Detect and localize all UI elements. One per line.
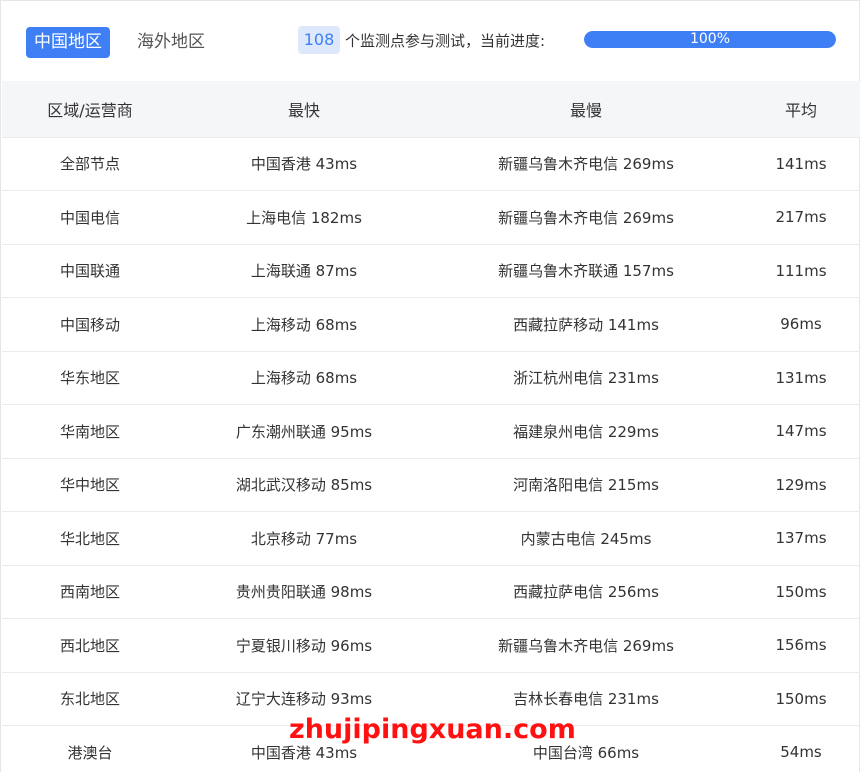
cell-fastest: 湖北武汉移动 85ms — [178, 458, 430, 512]
node-count-badge: 108 — [298, 26, 340, 54]
cell-slowest: 新疆乌鲁木齐电信 269ms — [430, 190, 742, 245]
top-bar: 中国地区 海外地区 108 个监测点参与测试，当前进度: 100% — [1, 1, 860, 81]
cell-slowest: 西藏拉萨移动 141ms — [430, 297, 742, 352]
cell-average: 150ms — [742, 565, 860, 619]
cell-slowest: 河南洛阳电信 215ms — [430, 458, 742, 512]
cell-average: 150ms — [742, 672, 860, 726]
cell-fastest: 中国香港 43ms — [178, 137, 430, 191]
table-row: 西北地区 宁夏银川移动 96ms 新疆乌鲁木齐电信 269ms 156ms — [2, 618, 860, 673]
table-row: 华南地区 广东潮州联通 95ms 福建泉州电信 229ms 147ms — [2, 404, 860, 459]
table-row: 华东地区 上海移动 68ms 浙江杭州电信 231ms 131ms — [2, 351, 860, 405]
table-row: 中国联通 上海联通 87ms 新疆乌鲁木齐联通 157ms 111ms — [2, 244, 860, 298]
results-table: 区域/运营商 最快 最慢 平均 全部节点 中国香港 43ms 新疆乌鲁木齐电信 26… — [2, 81, 860, 772]
cell-average: 147ms — [742, 404, 860, 459]
cell-average: 217ms — [742, 190, 860, 245]
cell-average: 131ms — [742, 351, 860, 405]
cell-slowest: 新疆乌鲁木齐电信 269ms — [430, 137, 742, 191]
cell-slowest: 内蒙古电信 245ms — [430, 511, 742, 566]
site-watermark: zhujipingxuan.com — [289, 714, 576, 745]
progress-status-text: 个监测点参与测试，当前进度: — [345, 32, 546, 50]
table-row: 华北地区 北京移动 77ms 内蒙古电信 245ms 137ms — [2, 511, 860, 566]
cell-average: 111ms — [742, 244, 860, 298]
progress-bar: 100% — [584, 31, 836, 48]
results-table-header: 区域/运营商 最快 最慢 平均 — [2, 81, 860, 138]
header-row: 区域/运营商 最快 最慢 平均 — [2, 81, 860, 138]
results-table-body: 全部节点 中国香港 43ms 新疆乌鲁木齐电信 269ms 141ms 中国电信 上海电信… — [2, 137, 860, 772]
cell-fastest: 贵州贵阳联通 98ms — [178, 565, 430, 619]
cell-average: 137ms — [742, 511, 860, 566]
cell-slowest: 新疆乌鲁木齐电信 269ms — [430, 618, 742, 673]
cell-fastest: 上海电信 182ms — [178, 190, 430, 245]
cell-region: 华东地区 — [2, 351, 178, 405]
cell-slowest: 西藏拉萨电信 256ms — [430, 565, 742, 619]
cell-region: 港澳台 — [2, 725, 178, 772]
cell-region: 中国联通 — [2, 244, 178, 298]
column-header-slowest: 最慢 — [430, 81, 742, 138]
table-row: 中国移动 上海移动 68ms 西藏拉萨移动 141ms 96ms — [2, 297, 860, 352]
cell-region: 华北地区 — [2, 511, 178, 566]
cell-fastest: 上海移动 68ms — [178, 297, 430, 352]
cell-region: 华南地区 — [2, 404, 178, 459]
tab-china-region[interactable]: 中国地区 — [26, 27, 110, 58]
table-row: 西南地区 贵州贵阳联通 98ms 西藏拉萨电信 256ms 150ms — [2, 565, 860, 619]
speed-test-panel: 中国地区 海外地区 108 个监测点参与测试，当前进度: 100% 区域/运营商… — [0, 0, 860, 772]
cell-region: 东北地区 — [2, 672, 178, 726]
cell-slowest: 浙江杭州电信 231ms — [430, 351, 742, 405]
table-row: 华中地区 湖北武汉移动 85ms 河南洛阳电信 215ms 129ms — [2, 458, 860, 512]
cell-average: 54ms — [742, 725, 860, 772]
column-header-fastest: 最快 — [178, 81, 430, 138]
cell-slowest: 福建泉州电信 229ms — [430, 404, 742, 459]
cell-fastest: 北京移动 77ms — [178, 511, 430, 566]
cell-region: 中国电信 — [2, 190, 178, 245]
cell-fastest: 广东潮州联通 95ms — [178, 404, 430, 459]
cell-slowest: 新疆乌鲁木齐联通 157ms — [430, 244, 742, 298]
cell-region: 西北地区 — [2, 618, 178, 673]
cell-region: 全部节点 — [2, 137, 178, 191]
cell-fastest: 上海联通 87ms — [178, 244, 430, 298]
cell-region: 华中地区 — [2, 458, 178, 512]
cell-average: 96ms — [742, 297, 860, 352]
cell-region: 中国移动 — [2, 297, 178, 352]
column-header-average: 平均 — [742, 81, 860, 138]
progress-label: 100% — [689, 31, 731, 47]
column-header-region: 区域/运营商 — [2, 81, 178, 138]
table-row: 全部节点 中国香港 43ms 新疆乌鲁木齐电信 269ms 141ms — [2, 137, 860, 191]
tab-overseas-region[interactable]: 海外地区 — [129, 27, 213, 58]
cell-average: 141ms — [742, 137, 860, 191]
cell-fastest: 上海移动 68ms — [178, 351, 430, 405]
table-row: 中国电信 上海电信 182ms 新疆乌鲁木齐电信 269ms 217ms — [2, 190, 860, 245]
cell-region: 西南地区 — [2, 565, 178, 619]
cell-fastest: 宁夏银川移动 96ms — [178, 618, 430, 673]
cell-average: 156ms — [742, 618, 860, 673]
cell-average: 129ms — [742, 458, 860, 512]
